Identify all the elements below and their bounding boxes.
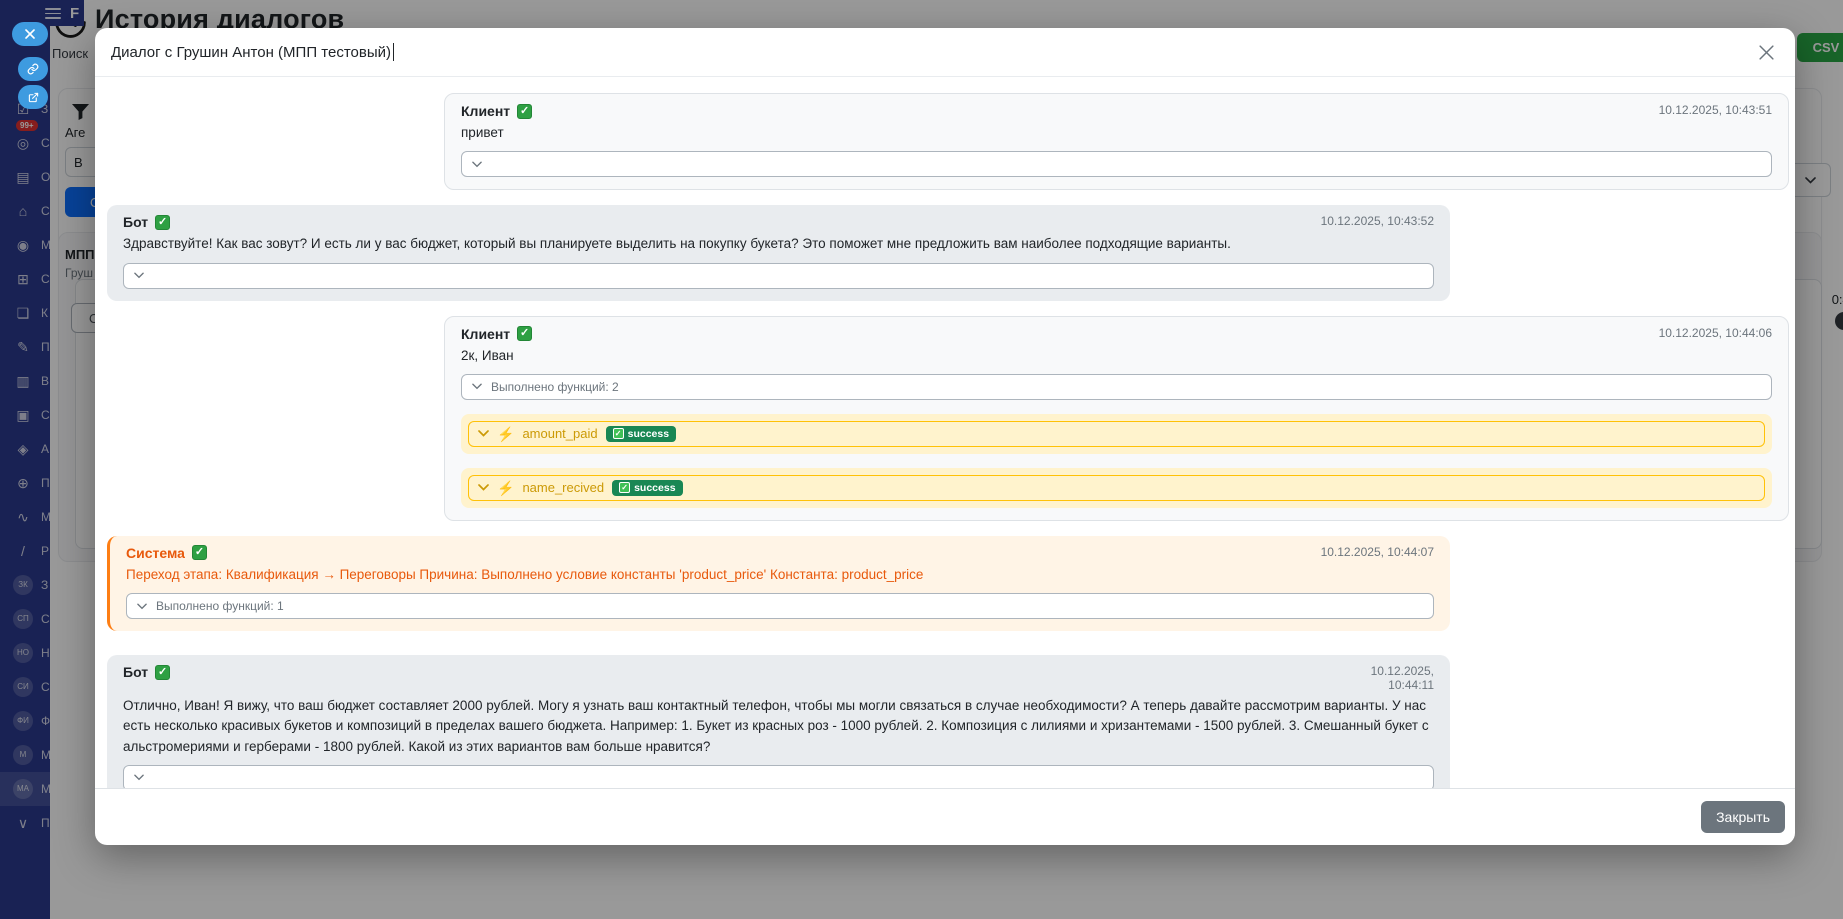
chat-message: Бот ✓ 10.12.2025, 10:43:52 Здравствуйте!… <box>107 205 1450 301</box>
modal-title[interactable]: Диалог с Грушин Антон (МПП тестовый) <box>111 43 394 61</box>
message-author: Бот ✓ <box>123 664 171 680</box>
chat-message: Клиент ✓ 10.12.2025, 10:44:06 2к, Иван В… <box>444 315 1789 521</box>
modal-close-button[interactable] <box>1754 40 1779 65</box>
verified-check-icon: ✓ <box>517 326 533 341</box>
functions-summary-toggle[interactable] <box>123 764 1434 788</box>
message-author: Бот ✓ <box>123 214 171 231</box>
lightning-icon: ⚡ <box>497 479 515 496</box>
link-icon <box>27 63 39 75</box>
function-call-toggle[interactable]: ⚡ name_recived ✓ success <box>468 474 1765 501</box>
functions-summary-label: Выполнено функций: 2 <box>491 379 619 394</box>
message-author: Клиент ✓ <box>461 103 533 119</box>
floating-external-link-button[interactable] <box>18 85 48 109</box>
message-timestamp: 10.12.2025, 10:44:07 <box>1320 544 1434 559</box>
success-check-icon: ✓ <box>619 482 631 494</box>
message-author: Система ✓ <box>126 545 207 561</box>
verified-check-icon: ✓ <box>155 214 171 230</box>
chevron-down-icon <box>134 774 144 781</box>
external-link-icon <box>28 92 38 102</box>
message-timestamp: 10.12.2025, 10:43:51 <box>1658 103 1772 117</box>
function-call-toggle[interactable]: ⚡ amount_paid ✓ success <box>468 420 1765 447</box>
author-name: Бот <box>123 214 149 231</box>
chevron-down-icon <box>134 272 144 279</box>
function-name: name_recived <box>522 480 605 496</box>
author-name: Клиент <box>461 103 511 119</box>
message-timestamp: 10.12.2025, 10:43:52 <box>1320 214 1434 229</box>
function-call-block: ⚡ amount_paid ✓ success <box>461 413 1772 454</box>
functions-summary-toggle[interactable]: Выполнено функций: 1 <box>126 593 1434 619</box>
chat-message: Клиент ✓ 10.12.2025, 10:43:51 привет <box>444 93 1789 191</box>
function-status-badge: ✓ success <box>612 479 683 496</box>
close-icon <box>1759 44 1774 60</box>
verified-check-icon: ✓ <box>155 664 171 680</box>
message-author: Клиент ✓ <box>461 325 533 342</box>
chevron-down-icon <box>478 484 489 491</box>
success-check-icon: ✓ <box>612 428 624 440</box>
author-name: Система <box>126 544 185 561</box>
functions-summary-toggle[interactable]: Выполнено функций: 2 <box>461 373 1772 400</box>
chevron-down-icon <box>137 603 147 609</box>
chat-message: Система ✓ 10.12.2025, 10:44:07 Переход э… <box>107 535 1450 631</box>
status-text: success <box>627 427 670 440</box>
floating-close-button[interactable] <box>12 22 48 46</box>
chevron-down-icon <box>478 430 489 437</box>
message-text: Отлично, Иван! Я вижу, что ваш бюджет со… <box>123 698 1429 754</box>
function-call-block: ⚡ name_recived ✓ success <box>461 467 1772 508</box>
modal-header: Диалог с Грушин Антон (МПП тестовый) <box>95 28 1795 77</box>
status-text: success <box>634 481 676 494</box>
modal-footer: Закрыть <box>95 788 1795 845</box>
text-cursor <box>392 43 394 61</box>
functions-summary-toggle[interactable] <box>461 151 1772 178</box>
author-name: Бот <box>123 664 149 680</box>
message-timestamp: 10.12.2025, 10:44:06 <box>1658 325 1772 340</box>
close-modal-footer-button[interactable]: Закрыть <box>1701 801 1785 833</box>
message-timestamp: 10.12.2025, 10:44:11 <box>1370 664 1434 692</box>
message-text: Переход этапа: Квалификация → Переговоры… <box>126 566 924 582</box>
floating-link-button[interactable] <box>18 57 48 81</box>
message-text: Здравствуйте! Как вас зовут? И есть ли у… <box>123 236 1231 252</box>
lightning-icon: ⚡ <box>497 425 515 442</box>
close-icon <box>25 29 35 39</box>
chevron-down-icon <box>472 383 482 390</box>
function-name: amount_paid <box>522 426 598 442</box>
message-text: привет <box>461 125 504 140</box>
dialog-history-modal: Диалог с Грушин Антон (МПП тестовый) Кли… <box>95 28 1795 845</box>
chat-message: Бот ✓ 10.12.2025, 10:44:11 Отлично, Иван… <box>107 655 1450 788</box>
verified-check-icon: ✓ <box>191 545 207 561</box>
message-text: 2к, Иван <box>461 347 514 363</box>
messages-area: Клиент ✓ 10.12.2025, 10:43:51 привет Бот… <box>95 77 1795 788</box>
author-name: Клиент <box>461 325 511 342</box>
chevron-down-icon <box>472 161 482 168</box>
functions-summary-toggle[interactable] <box>123 262 1434 289</box>
function-status-badge: ✓ success <box>605 425 677 442</box>
functions-summary-label: Выполнено функций: 1 <box>156 599 284 613</box>
verified-check-icon: ✓ <box>517 103 533 119</box>
function-calls-list: ⚡ amount_paid ✓ success ⚡ name_recived ✓… <box>461 413 1772 508</box>
